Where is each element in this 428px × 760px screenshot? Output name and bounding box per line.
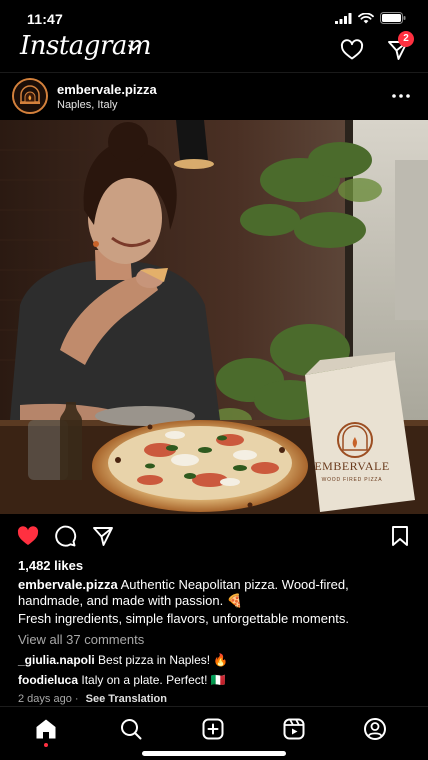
search-icon[interactable] [119,717,143,741]
heart-filled-icon[interactable] [16,524,40,548]
comment: _giulia.napoli Best pizza in Naples! 🔥 [18,653,228,667]
post-time: 2 days ago [18,693,72,705]
comment-icon[interactable] [53,524,77,548]
home-active-dot [44,743,48,747]
create-icon[interactable] [201,717,225,741]
battery-icon [380,12,406,24]
post-image[interactable]: EMBERVALE WOOD FIRED PIZZA [0,120,428,514]
post-actions [0,524,428,550]
signal-icon [335,12,352,24]
bag-subtitle-text: WOOD FIRED PIZZA [322,477,383,483]
caption-username[interactable]: embervale.pizza [18,577,118,592]
post-meta: 2 days ago · See Translation [18,693,167,705]
avatar[interactable] [12,78,48,114]
caption-line-2: Fresh ingredients, simple flavors, unfor… [18,611,349,626]
home-icon[interactable] [34,717,58,741]
meta-separator: · [74,693,79,705]
share-icon[interactable] [91,524,115,548]
comment-username[interactable]: _giulia.napoli [18,653,95,667]
app-header: Instagram 2 [0,28,428,70]
home-indicator [142,751,286,756]
likes-count[interactable]: 1,482 likes [18,558,83,573]
notification-badge: 2 [398,31,414,47]
bookmark-icon[interactable] [388,524,412,548]
chevron-down-icon[interactable] [128,44,139,52]
reels-icon[interactable] [282,717,306,741]
profile-icon[interactable] [363,717,387,741]
status-time: 11:47 [27,11,64,27]
heart-outline-icon[interactable] [340,38,364,62]
wifi-icon [358,12,374,23]
post-location[interactable]: Naples, Italy [57,99,118,111]
comment: foodieluca Italy on a plate. Perfect! 🇮🇹 [18,673,226,687]
post-header: embervale.pizza Naples, Italy [0,72,428,120]
comment-text: Best pizza in Naples! 🔥 [98,653,229,667]
see-translation-link[interactable]: See Translation [86,693,167,705]
bag-brand-text: EMBERVALE [314,459,389,473]
post-username[interactable]: embervale.pizza [57,82,157,97]
caption: embervale.pizza Authentic Neapolitan piz… [18,577,410,609]
comment-username[interactable]: foodieluca [18,673,78,687]
view-all-comments-link[interactable]: View all 37 comments [18,632,144,647]
comment-text: Italy on a plate. Perfect! 🇮🇹 [81,673,226,687]
pizza-oven-logo-icon [14,80,46,112]
more-options-icon[interactable] [390,86,412,106]
status-icons [335,12,406,24]
